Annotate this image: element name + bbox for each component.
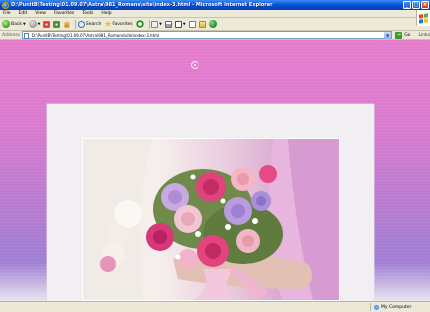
forward-button[interactable]: ▼ (28, 19, 41, 29)
search-label: Search (85, 21, 102, 27)
photo-frame (82, 138, 340, 301)
forward-dropdown-icon[interactable]: ▼ (38, 22, 41, 26)
page-content (0, 40, 430, 301)
menu-view[interactable]: View (35, 11, 46, 16)
folder-icon (198, 20, 206, 28)
menu-file[interactable]: File (3, 11, 11, 16)
toolbar-separator (148, 19, 150, 29)
mail-dropdown-icon[interactable]: ▼ (159, 22, 162, 26)
forward-arrow-icon (28, 20, 37, 28)
menu-edit[interactable]: Edit (19, 11, 28, 16)
title-bar: D:\PunitB\Testing\01.09.07\Astra\981_Rom… (0, 0, 430, 10)
stop-button[interactable] (43, 19, 51, 29)
print-button[interactable] (164, 19, 172, 29)
edit-icon (174, 20, 182, 28)
go-button[interactable]: → Go (395, 31, 411, 39)
edit-button[interactable]: ▼ (174, 19, 186, 29)
minimize-button[interactable]: _ (403, 1, 411, 9)
toolbar-separator (75, 19, 76, 29)
maximize-button[interactable]: □ (412, 1, 420, 9)
address-value: D:\PunitB\Testing\01.09.07\Astra\981_Rom… (31, 32, 160, 38)
messenger-button[interactable] (208, 19, 217, 29)
standard-toolbar: Back ▼ ▼ Search Favorites ▼ ▼ (0, 18, 416, 30)
window-title: D:\PunitB\Testing\01.09.07\Astra\981_Rom… (11, 2, 273, 8)
home-icon (63, 20, 71, 28)
my-computer-icon (374, 304, 379, 310)
discuss-icon (188, 20, 196, 28)
go-label: Go (404, 32, 411, 38)
discuss-button[interactable] (188, 19, 196, 29)
stop-icon (43, 20, 51, 28)
address-input[interactable]: D:\PunitB\Testing\01.09.07\Astra\981_Rom… (21, 31, 393, 39)
history-icon (135, 20, 144, 28)
search-icon (77, 20, 85, 28)
mail-button[interactable]: ▼ (151, 19, 162, 29)
refresh-icon (53, 20, 61, 28)
close-button[interactable]: × (421, 1, 429, 9)
favorites-label: Favorites (112, 21, 133, 27)
back-arrow-icon (2, 20, 10, 28)
print-icon (164, 20, 172, 28)
folder-button[interactable] (198, 19, 206, 29)
status-text (2, 303, 370, 311)
edit-dropdown-icon[interactable]: ▼ (183, 22, 186, 26)
messenger-icon (208, 20, 217, 28)
address-dropdown-icon[interactable]: ▼ (384, 32, 392, 39)
loading-cursor-icon (191, 61, 199, 69)
windows-logo-icon (416, 10, 430, 26)
menu-tools[interactable]: Tools (82, 11, 93, 16)
status-bar: My Computer (0, 301, 430, 312)
home-button[interactable] (63, 19, 71, 29)
go-arrow-icon: → (395, 31, 403, 39)
back-button[interactable]: Back ▼ (2, 19, 26, 29)
refresh-button[interactable] (53, 19, 61, 29)
menu-bar: File Edit View Favorites Tools Help (0, 10, 430, 18)
back-dropdown-icon[interactable]: ▼ (23, 22, 26, 26)
bouquet-illustration (83, 139, 339, 300)
address-label: Address (2, 32, 20, 38)
internet-explorer-icon (2, 1, 9, 9)
history-button[interactable] (135, 19, 144, 29)
favorites-star-icon (104, 20, 112, 27)
security-zone: My Computer (370, 303, 430, 311)
bridal-bouquet-photo (83, 139, 339, 300)
search-button[interactable]: Search (77, 19, 102, 29)
links-button[interactable]: Links (418, 33, 430, 38)
menu-help[interactable]: Help (101, 11, 111, 16)
zone-label: My Computer (381, 304, 412, 310)
address-bar: Address D:\PunitB\Testing\01.09.07\Astra… (0, 30, 430, 40)
favorites-button[interactable]: Favorites (104, 19, 133, 29)
page-icon (23, 33, 29, 39)
browser-window: D:\PunitB\Testing\01.09.07\Astra\981_Rom… (0, 0, 430, 312)
back-label: Back (11, 21, 22, 27)
mail-icon (151, 20, 159, 28)
menu-favorites[interactable]: Favorites (54, 11, 74, 16)
